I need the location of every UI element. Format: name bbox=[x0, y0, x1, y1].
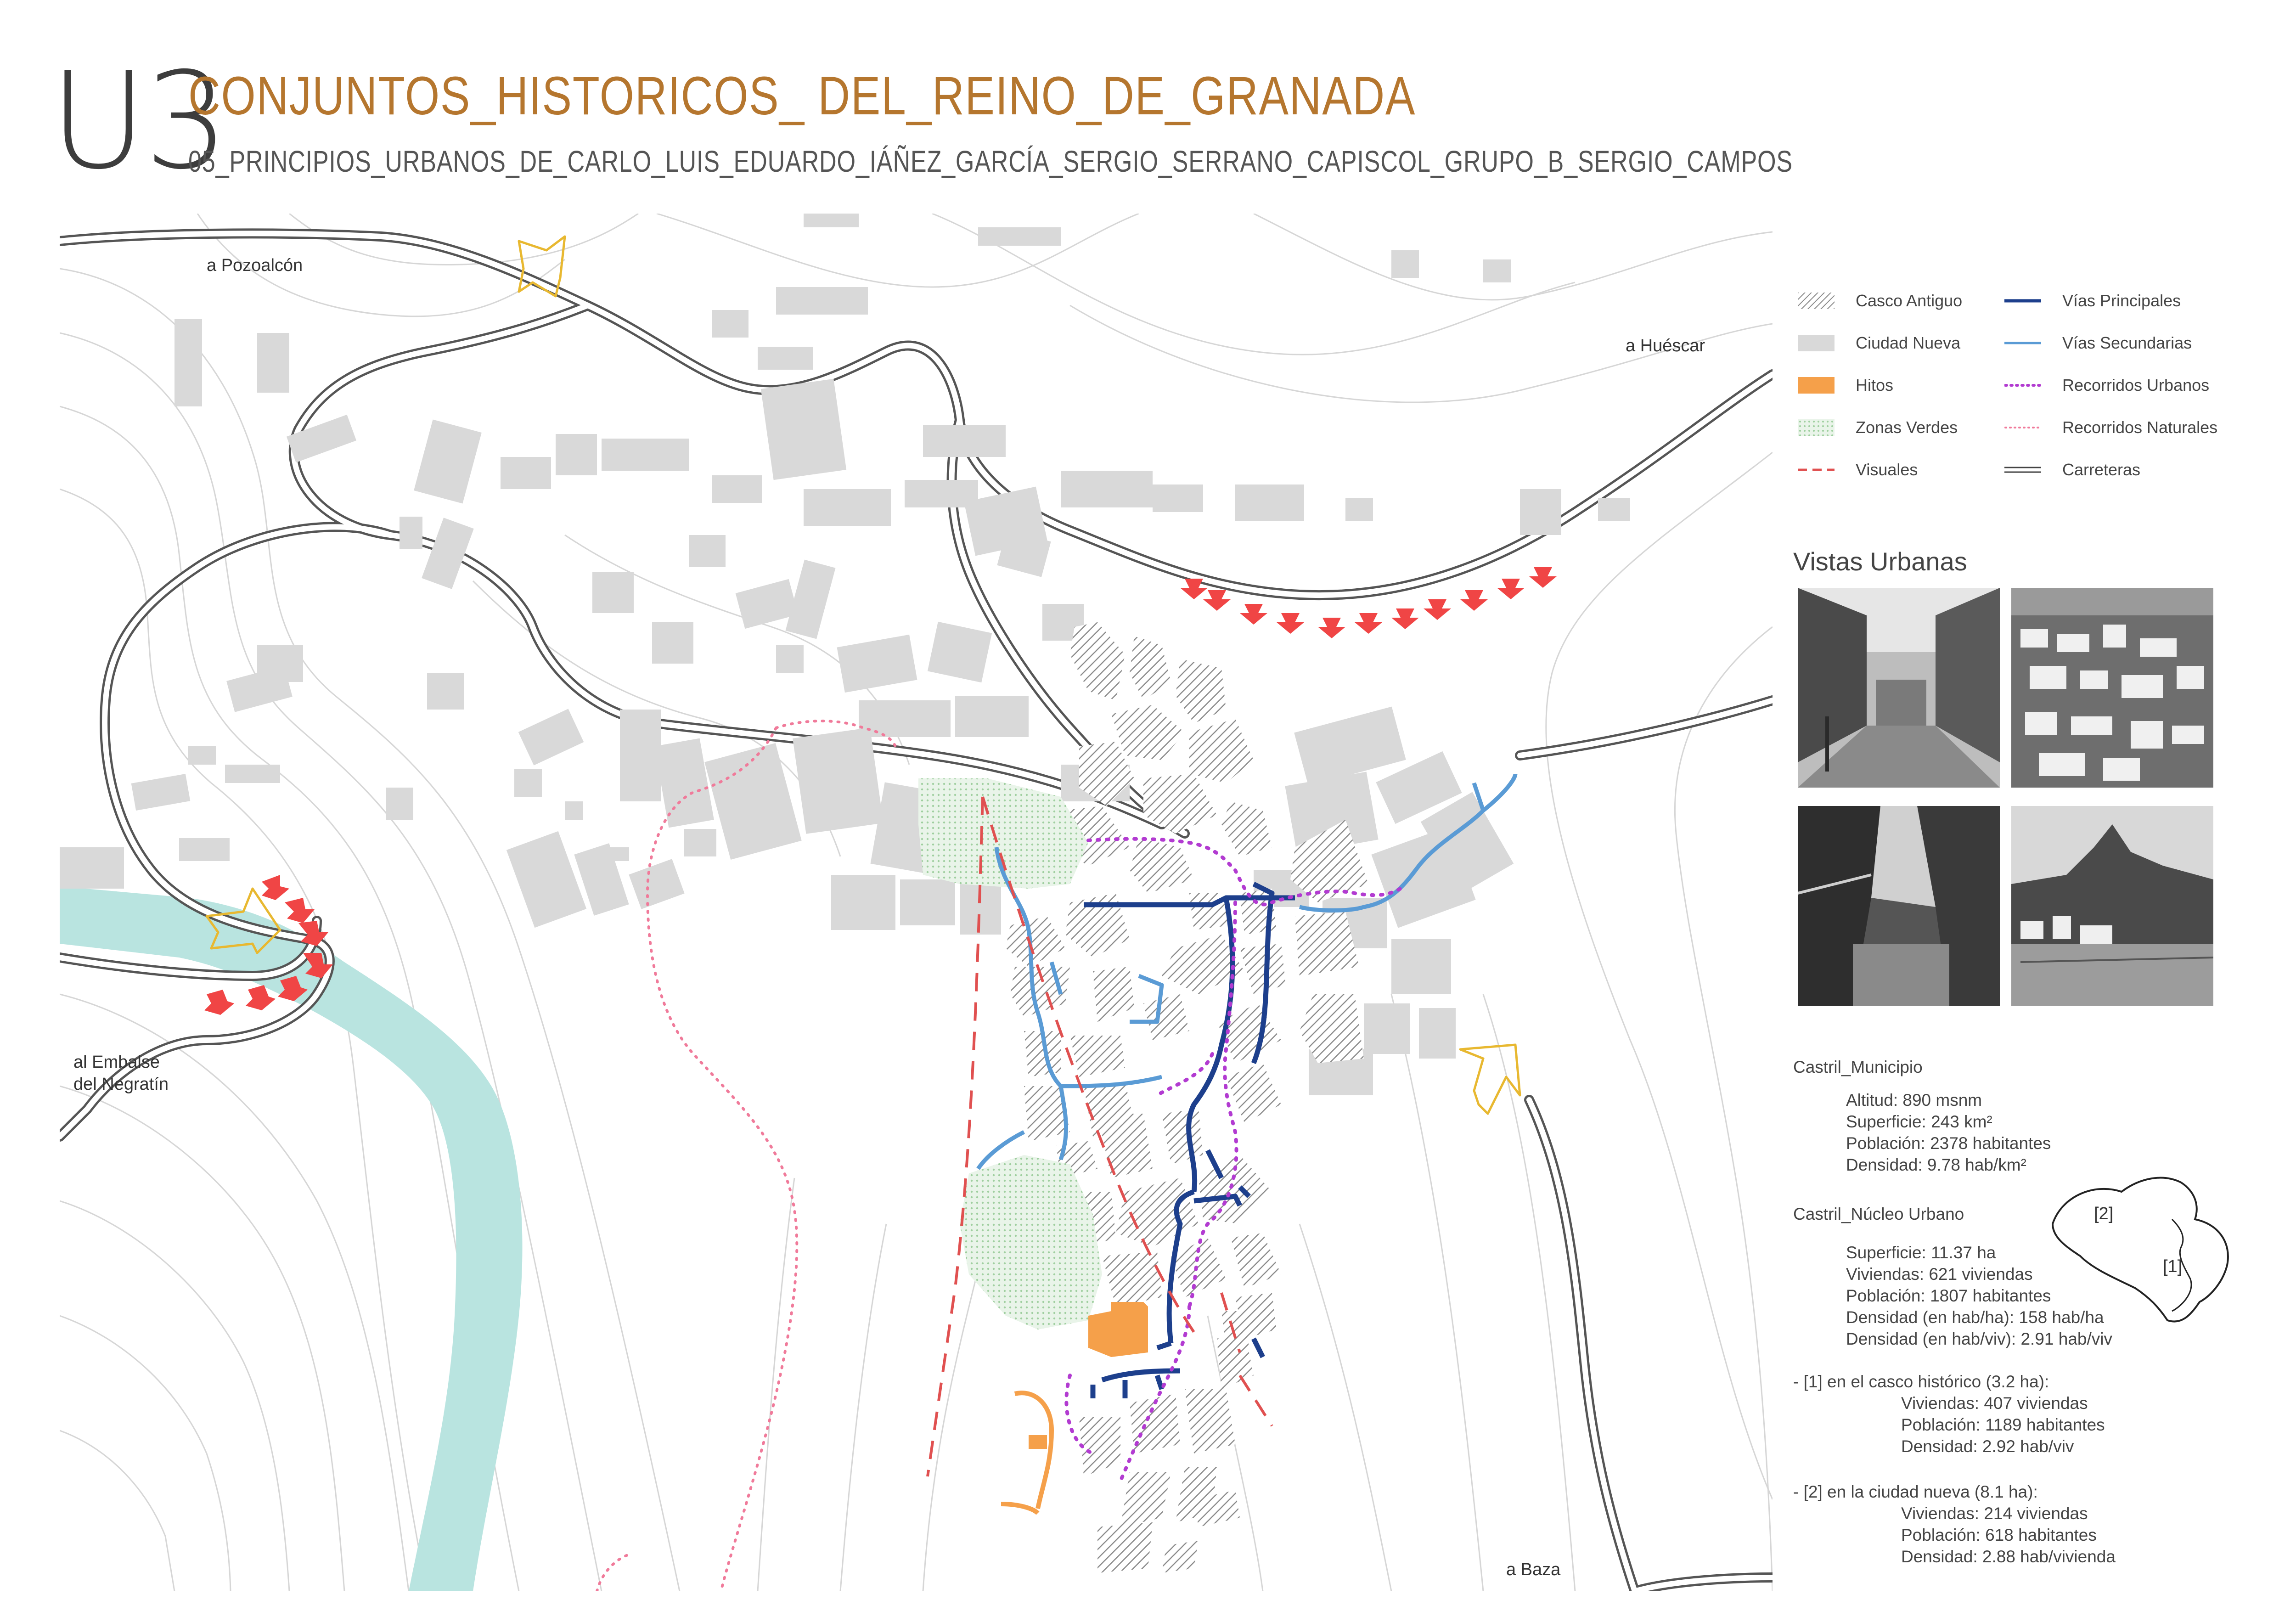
sheet-subtitle: 05_PRINCIPIOS_URBANOS_DE_CARLO_LUIS_EDUA… bbox=[188, 144, 1793, 178]
casco-block: - [1] en el casco histórico (3.2 ha): Vi… bbox=[1793, 1371, 2105, 1457]
legend-label: Recorridos Urbanos bbox=[2062, 376, 2210, 394]
municipio-block: Castril_Municipio Altitud: 890 msnm Supe… bbox=[1793, 1056, 2051, 1176]
legend-swatch-dots bbox=[1798, 419, 1835, 436]
legend-label: Visuales bbox=[1856, 460, 1918, 479]
legend-visuales: Visuales bbox=[1798, 458, 1918, 481]
legend-label: Hitos bbox=[1856, 376, 1894, 394]
nueva-block: - [2] en la ciudad nueva (8.1 ha): Vivie… bbox=[1793, 1481, 2116, 1567]
label-baza: a Baza bbox=[1506, 1560, 1561, 1579]
nueva-viviendas: Viviendas: 214 viviendas bbox=[1901, 1504, 2088, 1523]
casco-heading: - [1] en el casco histórico (3.2 ha): bbox=[1793, 1372, 2049, 1391]
sheet-title: CONJUNTOS_HISTORICOS_ DEL_REINO_DE_GRANA… bbox=[188, 66, 1416, 126]
map-legend: Casco Antiguo Ciudad Nueva Hitos Zonas V… bbox=[1798, 289, 2257, 482]
legend-swatch-navy-line bbox=[2004, 299, 2041, 303]
legend-swatch-pink-dots bbox=[2004, 427, 2041, 428]
hitos bbox=[1001, 1302, 1148, 1515]
legend-recorridos-naturales: Recorridos Naturales bbox=[2004, 416, 2217, 439]
legend-zonas-verdes: Zonas Verdes bbox=[1798, 416, 1958, 439]
label-huescar: a Huéscar bbox=[1626, 336, 1705, 355]
photo-village-rock bbox=[2011, 806, 2213, 1006]
municipio-heading: Castril_Municipio bbox=[1793, 1058, 1923, 1076]
photo-rooftops bbox=[2011, 588, 2213, 788]
legend-carreteras: Carreteras bbox=[2004, 458, 2140, 481]
legend-label: Recorridos Naturales bbox=[2062, 418, 2218, 437]
nueva-densidad: Densidad: 2.88 hab/vivienda bbox=[1901, 1547, 2116, 1566]
legend-label: Carreteras bbox=[2062, 460, 2141, 479]
legend-ciudad-nueva: Ciudad Nueva bbox=[1798, 332, 1960, 355]
photo-gorge bbox=[1798, 806, 2000, 1006]
legend-label: Vías Principales bbox=[2062, 291, 2181, 310]
vistas-title: Vistas Urbanas bbox=[1793, 547, 1967, 576]
legend-swatch-purple-dots bbox=[2004, 384, 2041, 387]
legend-swatch-dashed-red bbox=[1798, 468, 1835, 471]
nueva-poblacion: Población: 618 habitantes bbox=[1901, 1526, 2097, 1544]
urban-map: a Pozoalcón a Huéscar al Embalse del Neg… bbox=[60, 214, 1773, 1591]
legend-swatch-blue-line bbox=[2004, 342, 2041, 344]
legend-casco-antiguo: Casco Antiguo bbox=[1798, 289, 1962, 312]
legend-recorridos-urbanos: Recorridos Urbanos bbox=[2004, 374, 2209, 397]
legend-label: Casco Antiguo bbox=[1856, 291, 1963, 310]
casco-poblacion: Población: 1189 habitantes bbox=[1901, 1415, 2105, 1434]
legend-swatch-hatch bbox=[1798, 293, 1835, 309]
municipio-altitud: Altitud: 890 msnm bbox=[1846, 1091, 1982, 1110]
inset-label-2: [2] bbox=[2094, 1204, 2113, 1223]
municipio-poblacion: Población: 2378 habitantes bbox=[1846, 1134, 2051, 1153]
legend-swatch-double-line bbox=[2004, 467, 2041, 473]
photo-street bbox=[1798, 588, 2000, 788]
label-pozoalcon: a Pozoalcón bbox=[207, 256, 303, 275]
inset-label-1: [1] bbox=[2163, 1257, 2182, 1276]
legend-label: Zonas Verdes bbox=[1856, 418, 1958, 437]
nueva-heading: - [2] en la ciudad nueva (8.1 ha): bbox=[1793, 1482, 2038, 1501]
legend-swatch-orange bbox=[1798, 377, 1835, 394]
legend-vias-principales: Vías Principales bbox=[2004, 289, 2181, 312]
legend-label: Vías Secundarias bbox=[2062, 333, 2192, 352]
legend-vias-secundarias: Vías Secundarias bbox=[2004, 332, 2192, 355]
casco-viviendas: Viviendas: 407 viviendas bbox=[1901, 1394, 2088, 1413]
casco-densidad: Densidad: 2.92 hab/viv bbox=[1901, 1437, 2074, 1456]
legend-label: Ciudad Nueva bbox=[1856, 333, 1961, 352]
inset-outline-map: [2] [1] bbox=[2051, 1177, 2229, 1323]
label-embalse-2: del Negratín bbox=[73, 1075, 169, 1094]
municipio-densidad: Densidad: 9.78 hab/km² bbox=[1846, 1155, 2026, 1174]
legend-hitos: Hitos bbox=[1798, 374, 1893, 397]
label-embalse-1: al Embalse bbox=[73, 1053, 160, 1072]
municipio-superficie: Superficie: 243 km² bbox=[1846, 1112, 1992, 1131]
legend-swatch-grey bbox=[1798, 335, 1835, 351]
